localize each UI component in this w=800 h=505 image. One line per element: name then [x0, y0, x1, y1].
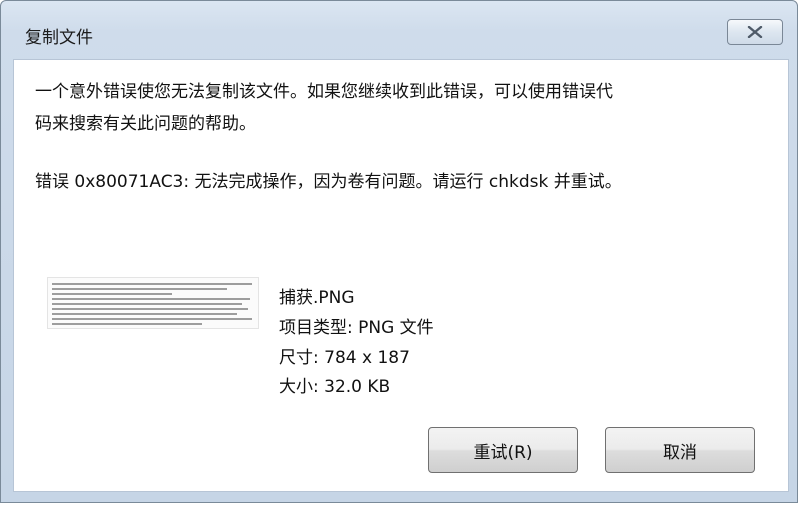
dialog-title: 复制文件: [25, 28, 93, 48]
retry-button[interactable]: 重试(R): [428, 427, 578, 473]
cancel-button[interactable]: 取消: [605, 427, 755, 473]
error-message-line-1: 一个意外错误使您无法复制该文件。如果您继续收到此错误，可以使用错误代: [35, 82, 613, 102]
close-button[interactable]: [727, 19, 783, 45]
file-name: 捕获.PNG: [279, 288, 355, 308]
file-thumbnail: [47, 277, 259, 329]
error-message-line-2: 码来搜索有关此问题的帮助。: [35, 114, 256, 134]
file-type: 项目类型: PNG 文件: [279, 318, 434, 338]
close-icon: [747, 26, 763, 38]
file-dimensions: 尺寸: 784 x 187: [279, 348, 410, 368]
file-size: 大小: 32.0 KB: [279, 377, 391, 397]
error-code-message: 错误 0x80071AC3: 无法完成操作，因为卷有问题。请运行 chkdsk …: [35, 172, 622, 192]
